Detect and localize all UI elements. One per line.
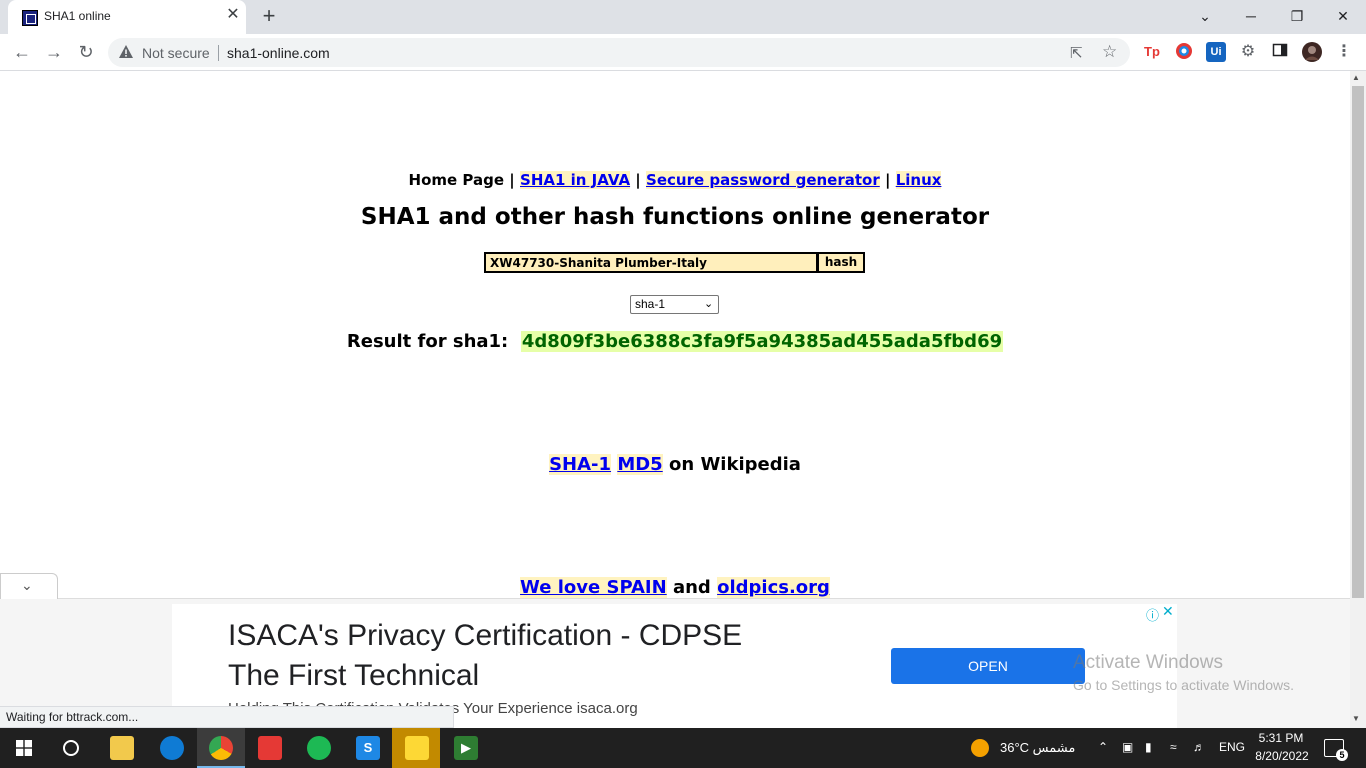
oldpics-link[interactable]: oldpics.org	[717, 577, 830, 598]
address-bar[interactable]: Not secure sha1-online.com ⇱ ☆	[108, 38, 1130, 67]
ad-title-line-2[interactable]: The First Technical	[228, 656, 848, 696]
scroll-up-arrow-icon[interactable]: ▲	[1352, 73, 1360, 82]
language-indicator[interactable]: ENG	[1219, 740, 1245, 754]
activate-windows-subtitle: Go to Settings to activate Windows.	[1073, 677, 1294, 693]
color-picker-extension-icon[interactable]	[1174, 42, 1194, 62]
secure-password-generator-link[interactable]: Secure password generator	[646, 171, 880, 189]
media-player-icon[interactable]: ▶	[454, 736, 478, 760]
chevron-down-icon[interactable]: ⌄	[21, 577, 33, 594]
sha1-wikipedia-link[interactable]: SHA-1	[549, 454, 612, 475]
ad-open-button[interactable]: OPEN	[891, 648, 1085, 684]
top-nav: Home Page | SHA1 in JAVA | Secure passwo…	[0, 171, 1350, 189]
sun-icon[interactable]	[971, 739, 989, 757]
extensions-puzzle-icon[interactable]: ⚙	[1238, 42, 1258, 62]
footer-links: We love SPAIN and oldpics.org	[0, 577, 1350, 598]
taskbar: S ▶	[0, 728, 1366, 768]
meet-icon[interactable]: ▣	[1122, 740, 1133, 754]
minimize-button[interactable]: ─	[1237, 4, 1265, 28]
search-circle-icon[interactable]	[63, 740, 79, 756]
algorithm-selected-value: sha-1	[635, 297, 666, 311]
nav-separator: |	[509, 171, 515, 189]
menu-kebab-icon[interactable]: ⋮	[1334, 42, 1354, 62]
sha1-in-java-link[interactable]: SHA1 in JAVA	[520, 171, 631, 189]
md5-wikipedia-link[interactable]: MD5	[617, 454, 663, 475]
anydesk-icon[interactable]	[258, 736, 282, 760]
scroll-down-arrow-icon[interactable]: ▼	[1352, 714, 1360, 723]
ad-title[interactable]: ISACA's Privacy Certification - CDPSE Th…	[228, 616, 848, 696]
windows-start-icon[interactable]	[16, 740, 32, 761]
result-label: Result for sha1:	[346, 331, 509, 352]
url-text[interactable]: sha1-online.com	[227, 45, 330, 61]
tab-title: SHA1 online	[44, 9, 111, 23]
status-bubble: Waiting for bttrack.com...	[0, 706, 454, 728]
divider	[218, 45, 219, 61]
nav-separator: |	[635, 171, 641, 189]
tab-strip: SHA1 online ✕ + ⌄ ─ ❐ ✕	[0, 0, 1366, 34]
home-page-label: Home Page	[408, 171, 505, 189]
clock-time[interactable]: 5:31 PM	[1258, 731, 1304, 745]
hash-input[interactable]: XW47730-Shanita Plumber-Italy	[484, 252, 818, 273]
activate-windows-title: Activate Windows	[1073, 652, 1223, 673]
new-tab-button[interactable]: +	[258, 5, 280, 28]
ui-extension-icon[interactable]: Ui	[1206, 42, 1226, 62]
chrome-icon[interactable]	[209, 736, 233, 760]
result-hash-value: 4d809f3be6388c3fa9f5a94385ad455ada5fbd69	[520, 331, 1004, 352]
ad-title-line-1[interactable]: ISACA's Privacy Certification - CDPSE	[228, 616, 848, 656]
profile-avatar[interactable]	[1302, 42, 1322, 62]
notification-count-badge: 5	[1336, 749, 1348, 761]
ad-collapse-tab[interactable]: ⌄	[0, 573, 58, 599]
share-icon[interactable]: ⇱	[1070, 44, 1083, 62]
warning-icon[interactable]	[118, 44, 134, 60]
close-tab-icon[interactable]: ✕	[224, 6, 242, 24]
security-label[interactable]: Not secure	[142, 45, 210, 61]
ad-close-icon[interactable]: ✕	[1162, 603, 1174, 620]
tp-extension-icon[interactable]: Tp	[1142, 42, 1162, 62]
nav-separator: |	[884, 171, 891, 189]
wifi-icon[interactable]: ≈	[1170, 740, 1177, 754]
battery-icon[interactable]: ▮	[1145, 740, 1152, 754]
favicon-icon	[22, 10, 38, 26]
window-close-button[interactable]: ✕	[1329, 4, 1357, 28]
bookmark-star-icon[interactable]: ☆	[1102, 42, 1117, 62]
and-text: and	[672, 577, 711, 598]
ad-info-icon[interactable]: ⓘ	[1146, 605, 1159, 624]
tab-search-button[interactable]: ⌄	[1191, 4, 1219, 28]
wikipedia-suffix: on Wikipedia	[669, 454, 801, 475]
browser-tab[interactable]: SHA1 online ✕	[8, 0, 246, 34]
file-explorer-icon[interactable]	[110, 736, 134, 760]
clock-date[interactable]: 8/20/2022	[1254, 749, 1310, 763]
weather-text[interactable]: 36°C مشمس	[1000, 740, 1075, 756]
chevron-down-icon: ⌄	[704, 298, 714, 310]
linux-link[interactable]: Linux	[895, 171, 942, 189]
back-arrow-icon[interactable]: ←	[10, 40, 34, 64]
forward-arrow-icon[interactable]: →	[42, 40, 66, 64]
wikipedia-links: SHA-1 MD5 on Wikipedia	[0, 454, 1350, 475]
browser-toolbar: ← → ↻ Not secure sha1-online.com ⇱ ☆ Tp …	[0, 34, 1366, 71]
result-row: Result for sha1: 4d809f3be6388c3fa9f5a94…	[0, 331, 1350, 352]
volume-icon[interactable]: ♬	[1193, 740, 1205, 754]
sticky-notes-icon[interactable]	[405, 736, 429, 760]
we-love-spain-link[interactable]: We love SPAIN	[520, 577, 667, 598]
edge-icon[interactable]	[160, 736, 184, 760]
spotify-icon[interactable]	[307, 736, 331, 760]
reload-icon[interactable]: ↻	[74, 40, 98, 64]
side-panel-icon[interactable]	[1270, 42, 1290, 62]
scrollbar-thumb[interactable]	[1352, 86, 1364, 598]
hash-button[interactable]: hash	[817, 252, 865, 273]
restore-button[interactable]: ❐	[1283, 4, 1311, 28]
page-title: SHA1 and other hash functions online gen…	[360, 204, 990, 230]
app-s-icon[interactable]: S	[356, 736, 380, 760]
chevron-up-icon[interactable]: ⌃	[1098, 740, 1108, 754]
